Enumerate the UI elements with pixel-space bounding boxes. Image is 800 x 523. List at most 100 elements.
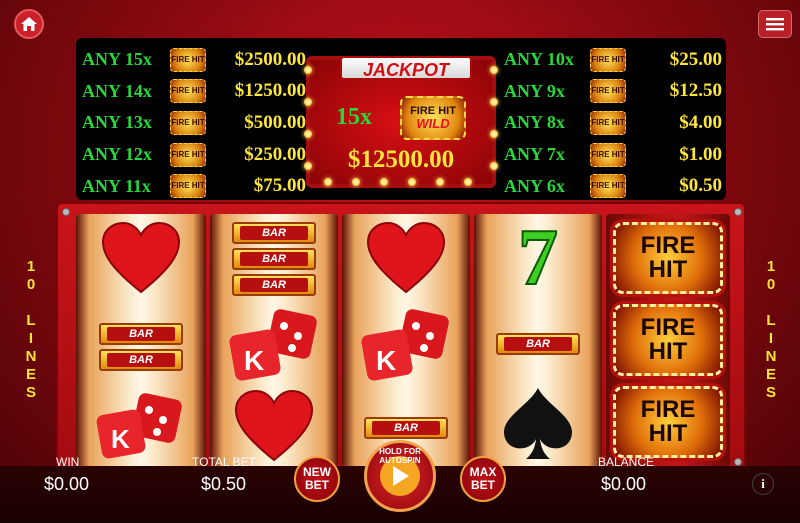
- fire-hit-icon: FIRE HIT: [613, 304, 723, 376]
- fire-hit-icon: FIRE HIT: [170, 142, 206, 167]
- jackpot-title: JACKPOT: [340, 56, 472, 80]
- paytable-count: ANY 9x: [504, 80, 565, 101]
- single-bar-symbol: BAR: [474, 326, 602, 362]
- reels-frame: BAR BAR K BAR BAR BAR K K BAR 7 BAR FIRE…: [56, 202, 746, 470]
- bulb-light: [490, 130, 498, 138]
- heart-icon: [234, 390, 314, 462]
- paytable-payout: $0.50: [679, 175, 722, 197]
- triple-bar-symbol: BAR BAR BAR: [210, 218, 338, 300]
- bulb-light: [436, 178, 444, 186]
- fire-hit-symbol: FIRE HIT: [606, 218, 730, 298]
- double-bar-symbol: BAR BAR: [76, 316, 206, 378]
- fire-text: FIRE: [640, 232, 696, 259]
- jackpot-multiplier: 15x: [336, 104, 372, 130]
- new-bet-line2: BET: [305, 478, 329, 492]
- paytable-payout: $12.50: [669, 80, 722, 102]
- reel-1: BAR BAR K: [76, 214, 206, 466]
- paytable-row: ANY 11x FIRE HIT $75.00: [82, 170, 306, 202]
- paytable-count: ANY 13x: [82, 112, 152, 133]
- paytable-count: ANY 12x: [82, 144, 152, 165]
- screw: [62, 208, 70, 216]
- heart-symbol: [342, 220, 470, 296]
- home-button[interactable]: [14, 9, 44, 39]
- fire-hit-icon: FIRE HIT: [170, 174, 206, 199]
- screw: [734, 208, 742, 216]
- bulb-light: [304, 66, 312, 74]
- paytable-payout: $4.00: [679, 111, 722, 133]
- bulb-light: [490, 66, 498, 74]
- fire-hit-icon: FIRE HIT: [590, 142, 626, 167]
- paytable-row: ANY 8x FIRE HIT $4.00: [504, 107, 722, 139]
- reel-4: 7 BAR: [474, 214, 602, 466]
- new-bet-button[interactable]: NEW BET: [294, 456, 340, 502]
- total-bet-value: $0.50: [201, 474, 247, 494]
- bar-plate: BAR: [232, 222, 316, 244]
- heart-symbol: [210, 386, 338, 466]
- balance-label: BALANCE: [598, 455, 655, 469]
- fire-hit-symbol: FIRE HIT: [606, 382, 730, 462]
- bulb-light: [490, 98, 498, 106]
- paytable-count: ANY 10x: [504, 49, 574, 70]
- max-bet-line2: BET: [471, 478, 495, 492]
- fire-hit-icon: FIRE HIT: [590, 79, 626, 104]
- fire-hit-icon: FIRE HIT: [170, 79, 206, 104]
- bar-text: BAR: [240, 226, 308, 240]
- paytable-row: ANY 7x FIRE HIT $1.00: [504, 139, 722, 171]
- lines-label-left: 10LINES: [25, 258, 37, 401]
- jackpot-panel: JACKPOT 15x FIRE HIT WILD $12500.00: [304, 56, 498, 188]
- balance-value: $0.00: [601, 474, 647, 494]
- hamburger-menu-icon: [766, 18, 784, 31]
- paytable-row: ANY 6x FIRE HIT $0.50: [504, 170, 722, 202]
- bulb-light: [464, 178, 472, 186]
- bulb-light: [408, 178, 416, 186]
- fire-hit-icon: FIRE HIT: [613, 222, 723, 294]
- spade-symbol: [474, 384, 602, 464]
- win-label: WIN: [56, 455, 80, 469]
- fire-hit-icon: FIRE HIT: [613, 386, 723, 458]
- paytable-row: ANY 10x FIRE HIT $25.00: [504, 44, 722, 76]
- seven-text: 7: [517, 214, 559, 302]
- total-bet-label: TOTAL BET: [192, 455, 256, 469]
- home-icon: [21, 17, 37, 31]
- bulb-light: [324, 178, 332, 186]
- bar-plate: BAR: [232, 248, 316, 270]
- bar-plate: BAR: [99, 323, 183, 345]
- info-icon: i: [761, 476, 765, 491]
- seven-symbol: 7: [474, 214, 602, 302]
- screw: [734, 458, 742, 466]
- paytable-payout: $25.00: [669, 48, 722, 70]
- max-bet-button[interactable]: MAX BET: [460, 456, 506, 502]
- heart-icon: [366, 222, 446, 294]
- bulb-light: [304, 98, 312, 106]
- fire-hit-icon: FIRE HIT: [590, 110, 626, 135]
- reel-3: K BAR: [342, 214, 470, 466]
- spade-icon: [504, 388, 572, 459]
- fire-hit-symbol: FIRE HIT: [606, 300, 730, 380]
- paytable-count: ANY 7x: [504, 144, 565, 165]
- fire-hit-icon: FIRE HIT: [170, 47, 206, 72]
- info-button[interactable]: i: [752, 473, 774, 495]
- paytable-row: ANY 15x FIRE HIT $2500.00: [82, 44, 306, 76]
- dice-symbol: K: [342, 306, 470, 386]
- paytable-count: ANY 8x: [504, 112, 565, 133]
- paytable-payout: $500.00: [244, 111, 306, 133]
- bar-text: BAR: [504, 337, 572, 351]
- bulb-light: [380, 178, 388, 186]
- fire-text: FIRE: [640, 314, 696, 341]
- paytable-count: ANY 15x: [82, 49, 152, 70]
- paytable-payout: $2500.00: [234, 48, 306, 70]
- paytable-payout: $1.00: [679, 143, 722, 165]
- paytable-count: ANY 6x: [504, 175, 565, 196]
- menu-button[interactable]: [758, 10, 792, 38]
- dice-symbol: K: [76, 390, 206, 464]
- hit-text: HIT: [648, 338, 688, 365]
- dice-icon: K: [96, 393, 182, 459]
- play-icon: [393, 466, 409, 486]
- lines-label-right: 10LINES: [765, 258, 777, 401]
- spin-button[interactable]: HOLD FOR AUTOSPIN: [364, 440, 436, 512]
- autospin-caption: HOLD FOR AUTOSPIN: [379, 447, 421, 465]
- paytable-count: ANY 14x: [82, 80, 152, 101]
- paytable-row: ANY 13x FIRE HIT $500.00: [82, 107, 306, 139]
- paytable-right: ANY 10x FIRE HIT $25.00 ANY 9x FIRE HIT …: [504, 44, 722, 202]
- bar-text: BAR: [107, 327, 175, 341]
